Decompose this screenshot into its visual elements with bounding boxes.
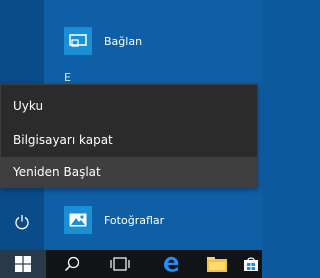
tile-row-connect[interactable]: Bağlan (64, 24, 142, 58)
menu-item-restart-label: Yeniden Başlat (13, 165, 101, 179)
taskbar (0, 250, 262, 278)
task-view-icon (110, 257, 130, 271)
file-explorer-icon (207, 257, 227, 272)
connect-label: Bağlan (104, 34, 143, 48)
connect-tile[interactable] (64, 27, 92, 55)
photos-icon (69, 213, 87, 227)
store-icon (244, 257, 258, 271)
menu-item-restart[interactable]: Yeniden Başlat (1, 157, 257, 187)
menu-item-sleep[interactable]: Uyku (1, 91, 257, 121)
photos-tile[interactable] (64, 206, 92, 234)
power-menu: Uyku Bilgisayarı kapat Yeniden Başlat (0, 84, 258, 188)
photos-label: Fotoğraflar (104, 213, 165, 227)
file-explorer-button[interactable] (200, 250, 234, 278)
menu-item-sleep-label: Uyku (13, 99, 44, 113)
group-letter[interactable]: E (64, 71, 71, 84)
edge-icon (164, 256, 179, 272)
menu-item-shutdown-label: Bilgisayarı kapat (13, 133, 113, 147)
search-button[interactable] (56, 250, 88, 278)
power-icon (15, 215, 29, 230)
menu-item-shutdown[interactable]: Bilgisayarı kapat (1, 125, 257, 155)
search-icon (64, 256, 80, 272)
edge-button[interactable] (154, 250, 188, 278)
tile-row-photos[interactable]: Fotoğraflar (64, 203, 164, 237)
windows-start-icon (15, 256, 31, 272)
start-button[interactable] (0, 250, 46, 278)
store-button[interactable] (240, 250, 262, 278)
connect-icon (69, 34, 87, 47)
power-button[interactable] (10, 210, 34, 234)
task-view-button[interactable] (104, 250, 136, 278)
